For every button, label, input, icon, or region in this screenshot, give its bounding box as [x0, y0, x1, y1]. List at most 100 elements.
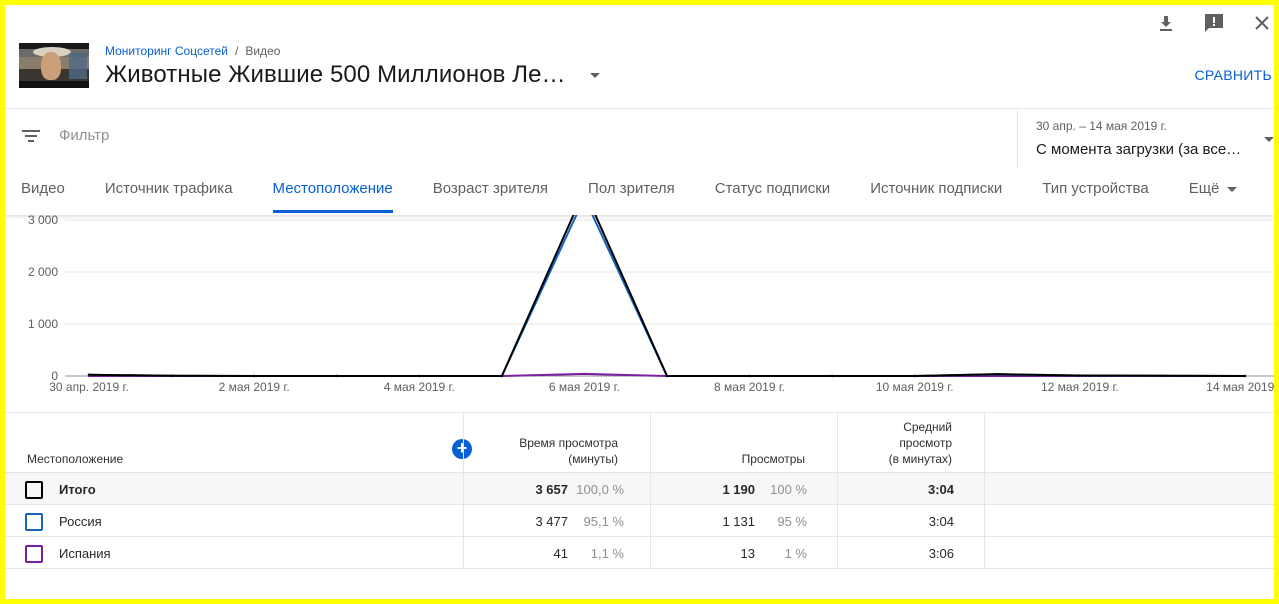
- series-line: [88, 210, 1246, 377]
- analytics-panel: Мониторинг Соцсетей / Видео Животные Жив…: [5, 5, 1274, 599]
- download-icon[interactable]: [1154, 11, 1178, 35]
- x-tick-label: 6 мая 2019 г.: [549, 380, 620, 394]
- location-table: Местоположение + Время просмотра (минуты…: [5, 412, 1274, 569]
- filter-icon: [22, 129, 40, 142]
- y-tick-label: 1 000: [28, 317, 58, 331]
- data-point: [830, 374, 834, 378]
- watch-time-percent: 1,1 %: [590, 546, 624, 561]
- breadcrumb-section: Видео: [245, 44, 281, 58]
- x-tick-label: 10 мая 2019 г.: [876, 380, 954, 394]
- compare-button[interactable]: СРАВНИТЬ: [1195, 67, 1273, 83]
- column-divider: [463, 412, 464, 568]
- chevron-down-icon: [1264, 137, 1274, 142]
- x-tick-label: 8 мая 2019 г.: [714, 380, 785, 394]
- y-tick-label: 2 000: [28, 265, 58, 279]
- watch-time-percent: 100,0 %: [576, 482, 624, 497]
- feedback-icon[interactable]: [1202, 11, 1226, 35]
- tab-traffic-source[interactable]: Источник трафика: [85, 169, 253, 215]
- chevron-down-icon: [1227, 186, 1238, 192]
- header-line: (в минутах): [888, 452, 952, 466]
- data-point: [418, 374, 421, 378]
- column-divider: [984, 412, 985, 568]
- plus-icon[interactable]: +: [452, 439, 472, 459]
- watch-time-value: 41: [553, 546, 568, 561]
- avg-view-value: 3:06: [928, 546, 954, 561]
- header-line: Средний: [903, 420, 952, 434]
- data-point: [665, 374, 669, 378]
- filter-bar[interactable]: Фильтр: [21, 127, 109, 144]
- views-percent: 95 %: [777, 514, 807, 529]
- views-value: 1 190: [722, 482, 755, 497]
- data-point: [583, 372, 586, 376]
- date-range-selector[interactable]: 30 апр. – 14 мая 2019 г. С момента загру…: [1017, 109, 1274, 169]
- data-point: [996, 372, 999, 376]
- video-thumbnail: [19, 43, 89, 88]
- x-tick-label: 4 мая 2019 г.: [384, 380, 455, 394]
- views-percent: 100 %: [770, 482, 807, 497]
- tab-subscription-source[interactable]: Источник подписки: [850, 169, 1022, 215]
- tab-viewer-gender[interactable]: Пол зрителя: [568, 169, 695, 215]
- views-percent: 1 %: [784, 546, 807, 561]
- breadcrumb-channel-link[interactable]: Мониторинг Соцсетей: [105, 44, 228, 58]
- series-checkbox[interactable]: [25, 545, 43, 563]
- tab-viewer-age[interactable]: Возраст зрителя: [413, 169, 568, 215]
- page-title: Животные Жившие 500 Миллионов Ле…: [105, 61, 566, 88]
- avg-view-value: 3:04: [928, 514, 954, 529]
- series-checkbox[interactable]: [25, 481, 43, 499]
- series-line: [88, 210, 1246, 377]
- views-value: 13: [740, 546, 755, 561]
- tab-more[interactable]: Ещё: [1169, 169, 1258, 215]
- chevron-down-icon: [589, 72, 600, 78]
- tab-location[interactable]: Местоположение: [253, 169, 413, 215]
- tab-device-type[interactable]: Тип устройства: [1022, 169, 1168, 215]
- views-value: 1 131: [722, 514, 755, 529]
- top-actions: [1154, 11, 1274, 35]
- header-line: Время просмотра: [519, 436, 618, 450]
- filter-input[interactable]: Фильтр: [59, 127, 109, 144]
- column-header-location[interactable]: Местоположение: [27, 451, 123, 467]
- avg-view-value: 3:04: [927, 482, 954, 497]
- data-point: [500, 374, 504, 378]
- location-name: Испания: [59, 546, 111, 561]
- data-point: [170, 374, 173, 377]
- data-point: [252, 374, 256, 378]
- location-name: Итого: [59, 482, 96, 497]
- table-row: Россия 3 477 95,1 % 1 131 95 % 3:04: [5, 505, 1274, 537]
- data-point: [1078, 374, 1082, 377]
- column-header-watch-time[interactable]: Время просмотра (минуты): [519, 435, 618, 467]
- column-divider: [837, 412, 838, 568]
- tab-video[interactable]: Видео: [5, 169, 85, 215]
- column-divider: [650, 412, 651, 568]
- data-point: [1243, 374, 1247, 378]
- tab-more-label: Ещё: [1188, 180, 1220, 197]
- x-tick-label: 14 мая 2019 г.: [1206, 380, 1274, 394]
- header-line: (минуты): [568, 452, 618, 466]
- watch-time-value: 3 657: [535, 482, 568, 497]
- data-point: [748, 374, 751, 378]
- x-tick-label: 30 апр. 2019 г.: [49, 380, 128, 394]
- data-point: [87, 373, 91, 376]
- data-point: [335, 374, 338, 378]
- breadcrumb-separator: /: [234, 44, 239, 58]
- date-range-label: С момента загрузки (за все…: [1036, 141, 1242, 158]
- dimension-tabs: Видео Источник трафика Местоположение Во…: [5, 169, 1274, 215]
- location-name: Россия: [59, 514, 102, 529]
- y-tick-label: 3 000: [28, 213, 58, 227]
- line-chart: 01 0002 0003 00030 апр. 2019 г. 2 мая 201…: [28, 210, 1274, 394]
- series-checkbox[interactable]: [25, 513, 43, 531]
- breadcrumb: Мониторинг Соцсетей / Видео: [105, 44, 280, 58]
- column-header-views[interactable]: Просмотры: [742, 451, 805, 467]
- data-point: [913, 374, 916, 378]
- table-row: Испания 41 1,1 % 13 1 % 3:06: [5, 537, 1274, 569]
- column-header-avg-view[interactable]: Средний просмотр (в минутах): [889, 419, 952, 467]
- tab-subscription-status[interactable]: Статус подписки: [695, 169, 850, 215]
- watch-time-percent: 95,1 %: [583, 514, 624, 529]
- watch-time-value: 3 477: [535, 514, 568, 529]
- table-row: Итого 3 657 100,0 % 1 190 100 % 3:04: [5, 473, 1274, 505]
- x-tick-label: 12 мая 2019 г.: [1041, 380, 1119, 394]
- table-header-row: Местоположение + Время просмотра (минуты…: [5, 412, 1274, 473]
- close-icon[interactable]: [1250, 11, 1274, 35]
- x-tick-label: 2 мая 2019 г.: [219, 380, 290, 394]
- video-title-dropdown[interactable]: Животные Жившие 500 Миллионов Ле…: [105, 61, 600, 89]
- date-range-dates: 30 апр. – 14 мая 2019 г.: [1036, 119, 1167, 133]
